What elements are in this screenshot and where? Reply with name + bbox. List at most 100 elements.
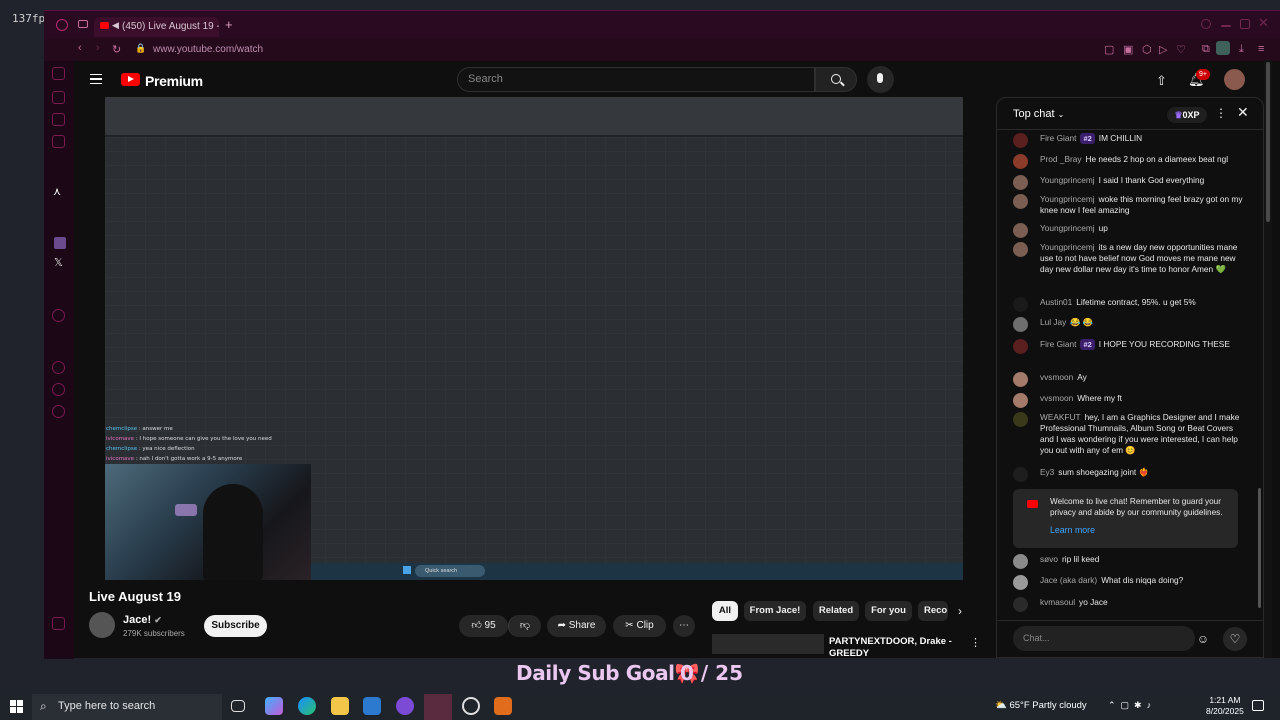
recommendation-menu-icon[interactable]: ⋮ bbox=[970, 636, 981, 649]
maximize-button[interactable] bbox=[1240, 19, 1250, 29]
voice-search-button[interactable] bbox=[867, 66, 894, 93]
reload-icon[interactable]: ↻ bbox=[112, 43, 121, 56]
youtube-premium-label[interactable]: Premium bbox=[145, 73, 203, 89]
tab-youtube[interactable]: ◀ (450) Live August 19 - bbox=[94, 17, 219, 37]
heart-icon[interactable]: ♡ bbox=[1176, 43, 1186, 56]
chat-author-name[interactable]: Youngprincemj bbox=[1040, 242, 1095, 252]
snapshot-icon[interactable]: ▣ bbox=[1123, 43, 1133, 56]
dislike-button[interactable]: 👎︎ bbox=[508, 615, 541, 637]
chat-author-avatar[interactable] bbox=[1013, 297, 1028, 312]
file-explorer-icon[interactable] bbox=[331, 697, 349, 715]
sidebar-settings-icon[interactable] bbox=[52, 405, 65, 418]
chat-author-name[interactable]: WEAKFUT bbox=[1040, 412, 1081, 422]
minimize-button[interactable] bbox=[1221, 25, 1231, 27]
search-input[interactable]: Search bbox=[457, 67, 815, 92]
copilot-icon[interactable] bbox=[265, 697, 283, 715]
chat-author-avatar[interactable] bbox=[1013, 467, 1028, 482]
sidebar-home-icon[interactable] bbox=[52, 67, 65, 80]
chip-recently-uploaded[interactable]: Reco bbox=[918, 601, 948, 621]
chip-all[interactable]: All bbox=[712, 601, 738, 621]
back-icon[interactable]: ‹ bbox=[78, 42, 82, 54]
search-tabs-icon[interactable] bbox=[1201, 19, 1211, 29]
emoji-icon[interactable]: ☺ bbox=[1193, 629, 1213, 649]
chat-author-name[interactable]: Ey3 bbox=[1040, 467, 1054, 477]
account-avatar[interactable] bbox=[1224, 69, 1245, 90]
chips-next-icon[interactable]: › bbox=[958, 604, 962, 618]
chat-author-name[interactable]: Fire Giant bbox=[1040, 133, 1076, 143]
sidebar-aria-icon[interactable]: ⋏ bbox=[53, 185, 61, 198]
chip-related[interactable]: Related bbox=[813, 601, 859, 621]
taskbar-weather[interactable]: ⛅ 65°F Partly cloudy bbox=[995, 700, 1087, 711]
system-tray-icons[interactable]: ⌃▢✱♪ bbox=[1108, 700, 1156, 711]
windows-start-icon[interactable] bbox=[10, 700, 23, 713]
chat-author-name[interactable]: Jace (aka dark) bbox=[1040, 575, 1097, 585]
taskbar-clock[interactable]: 1:21 AM 8/20/2025 bbox=[1206, 695, 1244, 717]
close-window-button[interactable]: ✕ bbox=[1258, 15, 1269, 31]
chat-author-avatar[interactable] bbox=[1013, 175, 1028, 190]
sidebar-whatsapp-icon[interactable] bbox=[52, 135, 65, 148]
forward-icon[interactable]: › bbox=[96, 42, 100, 54]
chat-author-avatar[interactable] bbox=[1013, 317, 1028, 332]
chat-scrollbar[interactable] bbox=[1258, 488, 1261, 608]
app-icon[interactable] bbox=[462, 697, 480, 715]
fl-studio-icon[interactable] bbox=[494, 697, 512, 715]
close-chat-icon[interactable]: ✕ bbox=[1237, 104, 1249, 121]
chat-author-avatar[interactable] bbox=[1013, 412, 1028, 427]
chat-menu-icon[interactable]: ⋮ bbox=[1215, 106, 1227, 120]
search-button[interactable] bbox=[815, 67, 857, 92]
chat-input[interactable]: Chat... bbox=[1013, 626, 1195, 651]
shield-icon[interactable]: ⬡ bbox=[1142, 43, 1152, 56]
share-button[interactable]: ➦ Share bbox=[547, 615, 606, 637]
sidebar-bookmarks-icon[interactable] bbox=[52, 383, 65, 396]
notification-center-icon[interactable] bbox=[1252, 700, 1264, 711]
new-tab-button[interactable]: + bbox=[225, 17, 233, 32]
top-chat-dropdown[interactable]: Top chat ⌄ bbox=[1013, 108, 1064, 120]
upload-icon[interactable]: ⇧ bbox=[1156, 73, 1167, 89]
xp-badge[interactable]: ♛0XP bbox=[1167, 107, 1207, 123]
chat-author-avatar[interactable] bbox=[1013, 242, 1028, 257]
chat-author-name[interactable]: vvsmoon bbox=[1040, 372, 1073, 382]
tab-overview-icon[interactable] bbox=[78, 20, 88, 28]
learn-more-link[interactable]: Learn more bbox=[1050, 525, 1095, 536]
sidebar-speed-dial-icon[interactable] bbox=[52, 91, 65, 104]
subscribe-button[interactable]: Subscribe bbox=[204, 615, 267, 637]
channel-name[interactable]: Jace! ✔ bbox=[123, 614, 162, 626]
url-field[interactable]: www.youtube.com/watch bbox=[153, 44, 263, 55]
sidebar-x-icon[interactable]: 𝕏 bbox=[54, 256, 63, 269]
hamburger-menu-icon[interactable] bbox=[90, 74, 102, 84]
sidebar-more-icon[interactable] bbox=[52, 617, 65, 630]
recommendation-title[interactable]: PARTYNEXTDOOR, Drake - GREEDY bbox=[829, 636, 969, 656]
chat-author-avatar[interactable] bbox=[1013, 575, 1028, 590]
chat-author-name[interactable]: Youngprincemj bbox=[1040, 223, 1095, 233]
download-icon[interactable]: ⤓ bbox=[1239, 43, 1244, 56]
chat-author-avatar[interactable] bbox=[1013, 554, 1028, 569]
speaker-icon[interactable]: ◀ bbox=[112, 20, 119, 31]
chat-author-name[interactable]: Austin01 bbox=[1040, 297, 1072, 307]
chat-author-avatar[interactable] bbox=[1013, 223, 1028, 238]
chat-author-avatar[interactable] bbox=[1013, 393, 1028, 408]
store-icon[interactable] bbox=[363, 697, 381, 715]
opera-gx-icon[interactable] bbox=[424, 694, 452, 720]
menu-icon[interactable]: ≡ bbox=[1258, 43, 1264, 55]
profile-avatar[interactable] bbox=[1216, 41, 1230, 55]
chat-author-name[interactable]: Fire Giant bbox=[1040, 339, 1076, 349]
chat-author-name[interactable]: Youngprincemj bbox=[1040, 194, 1095, 204]
extension-icon[interactable]: ▢ bbox=[1104, 43, 1114, 56]
chat-author-name[interactable]: Youngprincemj bbox=[1040, 175, 1095, 185]
like-button[interactable]: 👍︎ 95 bbox=[459, 615, 508, 637]
taskbar-search-input[interactable]: ⌕ Type here to search bbox=[32, 694, 222, 720]
chat-author-avatar[interactable] bbox=[1013, 194, 1028, 209]
heart-reaction-icon[interactable]: ♡ bbox=[1223, 627, 1247, 651]
recommendation-thumbnail[interactable] bbox=[712, 634, 824, 654]
chat-author-name[interactable]: søvo bbox=[1040, 554, 1058, 564]
sidebar-history-icon[interactable] bbox=[52, 309, 65, 322]
chat-author-name[interactable]: vvsmoon bbox=[1040, 393, 1073, 403]
chat-author-avatar[interactable] bbox=[1013, 597, 1028, 612]
puzzle-icon[interactable]: ⧉ bbox=[1202, 43, 1210, 56]
more-actions-button[interactable]: ⋯ bbox=[673, 615, 695, 637]
chip-for-you[interactable]: For you bbox=[865, 601, 912, 621]
chat-author-avatar[interactable] bbox=[1013, 154, 1028, 169]
task-view-icon[interactable] bbox=[231, 700, 245, 712]
chat-author-avatar[interactable] bbox=[1013, 133, 1028, 148]
opera-logo-icon[interactable] bbox=[56, 19, 68, 31]
